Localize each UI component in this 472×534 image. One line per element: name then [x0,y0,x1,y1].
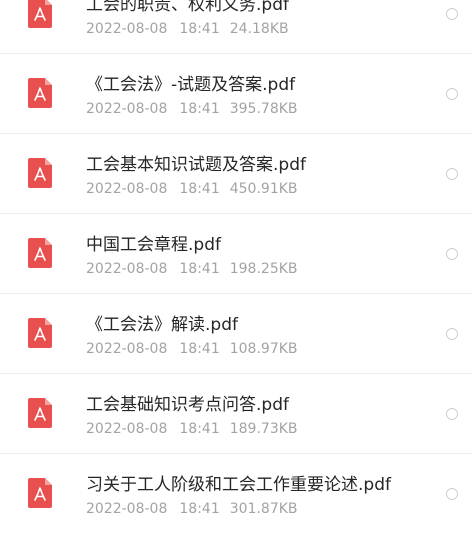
pdf-file-icon [28,238,52,268]
file-size: 198.25KB [229,261,298,277]
file-meta: 2022-08-08 18:41 450.91KB [86,180,298,198]
file-meta: 2022-08-08 18:41 395.78KB [86,100,298,118]
file-meta: 2022-08-08 18:41 108.97KB [86,340,298,358]
file-list: 工会的职责、权利义务.pdf 2022-08-08 18:41 24.18KB 《工… [0,0,472,534]
select-radio[interactable] [446,168,458,180]
select-radio[interactable] [446,88,458,100]
file-name: 《工会法》解读.pdf [86,315,238,335]
file-date: 2022-08-08 [86,501,168,517]
file-name: 《工会法》-试题及答案.pdf [86,75,296,95]
file-date: 2022-08-08 [86,341,168,357]
file-meta: 2022-08-08 18:41 24.18KB [86,20,289,38]
file-name: 工会基础知识考点问答.pdf [86,395,289,415]
file-name: 工会基本知识试题及答案.pdf [86,155,306,175]
file-row[interactable]: 《工会法》解读.pdf 2022-08-08 18:41 108.97KB [0,294,472,374]
file-meta: 2022-08-08 18:41 189.73KB [86,420,298,438]
file-row[interactable]: 《工会法》-试题及答案.pdf 2022-08-08 18:41 395.78KB [0,54,472,134]
file-time: 18:41 [179,341,220,357]
pdf-file-icon [28,158,52,188]
file-row[interactable]: 中国工会章程.pdf 2022-08-08 18:41 198.25KB [0,214,472,294]
file-size: 24.18KB [229,21,289,37]
file-name: 中国工会章程.pdf [86,235,221,255]
pdf-file-icon [28,78,52,108]
file-date: 2022-08-08 [86,181,168,197]
file-date: 2022-08-08 [86,421,168,437]
file-size: 301.87KB [229,501,298,517]
file-meta: 2022-08-08 18:41 301.87KB [86,500,298,518]
file-name: 工会的职责、权利义务.pdf [86,0,289,15]
file-size: 450.91KB [229,181,298,197]
file-time: 18:41 [179,21,220,37]
file-time: 18:41 [179,181,220,197]
file-date: 2022-08-08 [86,261,168,277]
file-row[interactable]: 工会基本知识试题及答案.pdf 2022-08-08 18:41 450.91KB [0,134,472,214]
file-size: 108.97KB [229,341,298,357]
file-name: 习关于工人阶级和工会工作重要论述.pdf [86,475,391,495]
file-row[interactable]: 工会的职责、权利义务.pdf 2022-08-08 18:41 24.18KB [0,0,472,54]
file-row[interactable]: 习关于工人阶级和工会工作重要论述.pdf 2022-08-08 18:41 301.… [0,454,472,534]
pdf-file-icon [28,318,52,348]
select-radio[interactable] [446,248,458,260]
file-time: 18:41 [179,101,220,117]
file-time: 18:41 [179,261,220,277]
select-radio[interactable] [446,328,458,340]
pdf-file-icon [28,0,52,28]
file-row[interactable]: 工会基础知识考点问答.pdf 2022-08-08 18:41 189.73KB [0,374,472,454]
file-date: 2022-08-08 [86,101,168,117]
file-date: 2022-08-08 [86,21,168,37]
select-radio[interactable] [446,488,458,500]
file-meta: 2022-08-08 18:41 198.25KB [86,260,298,278]
select-radio[interactable] [446,8,458,20]
file-size: 189.73KB [229,421,298,437]
file-time: 18:41 [179,421,220,437]
file-time: 18:41 [179,501,220,517]
file-size: 395.78KB [229,101,298,117]
pdf-file-icon [28,398,52,428]
pdf-file-icon [28,478,52,508]
select-radio[interactable] [446,408,458,420]
